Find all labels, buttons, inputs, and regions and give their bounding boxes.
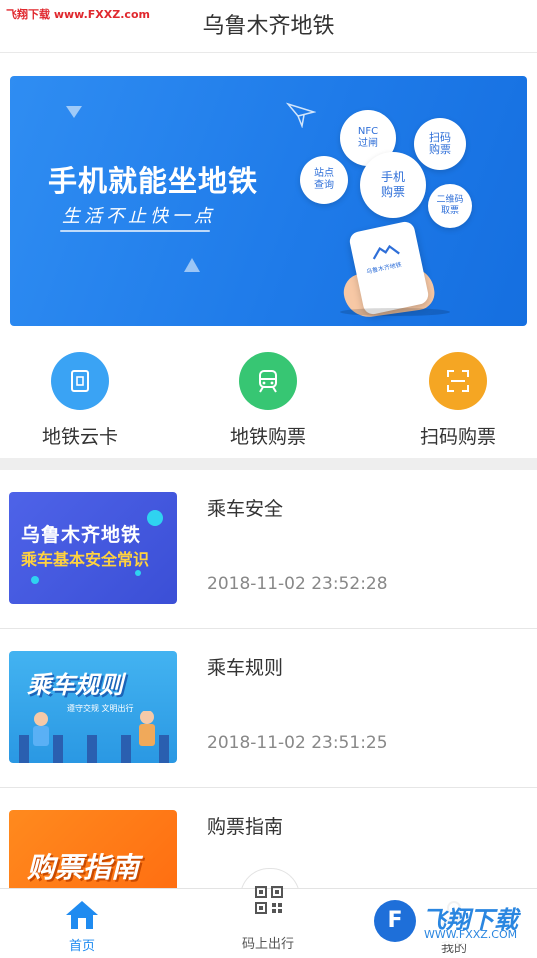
thumb-text: 乌鲁木齐地铁 [21,524,142,546]
metro-logo-icon [372,244,400,260]
section-divider [0,458,537,470]
phone-logo-text: 乌鲁木齐地铁 [365,261,403,276]
quick-scan-ticket[interactable]: 扫码购票 [388,352,528,449]
qr-code-icon [255,886,283,914]
watermark-text: 飞翔下载 www.FXXZ.com [6,8,150,21]
watermark-small-text: WWW.FXXZ.COM [424,928,518,941]
banner-slogan: 生活不止快一点 [62,206,216,227]
quick-metro-card[interactable]: 地铁云卡 [10,352,150,449]
news-item[interactable]: 乘车规则 遵守交规 文明出行 乘车规则 2018-11-02 23:51:25 [0,629,537,788]
home-icon [66,901,98,929]
quick-label: 扫码购票 [419,426,496,448]
news-time: 2018-11-02 23:52:28 [207,574,388,594]
bubble-station: 站点 查询 [300,156,348,204]
tab-code-ride[interactable]: 码上出行 [198,886,338,958]
news-thumbnail: 乘车规则 遵守交规 文明出行 [9,651,177,763]
news-item[interactable]: 乌鲁木齐地铁 乘车基本安全常识 乘车安全 2018-11-02 23:52:28 [0,470,537,629]
quick-actions: 地铁云卡 地铁购票 扫码购票 [0,340,537,458]
bubble-qr: 二维码 取票 [428,184,472,228]
quick-label: 地铁购票 [229,426,306,448]
slogan-underline [60,230,210,232]
bubble-phone-ticket: 手机 购票 [360,152,426,218]
thumb-text: 乘车规则 [27,671,123,699]
news-time: 2018-11-02 23:51:25 [207,733,388,753]
gate-illustration [19,711,169,763]
tab-label: 首页 [68,939,95,954]
news-title: 购票指南 [207,816,284,838]
metro-card-icon [51,352,109,410]
triangle-decoration [184,258,200,272]
bubble-scan: 扫码 购票 [414,118,466,170]
banner-headline: 手机就能坐地铁 [48,164,259,198]
thumb-text: 乘车基本安全常识 [21,550,150,569]
tab-home[interactable]: 首页 [12,889,152,958]
news-thumbnail: 乌鲁木齐地铁 乘车基本安全常识 [9,492,177,604]
triangle-decoration [66,106,82,118]
shadow-decoration [340,308,450,316]
scan-icon [429,352,487,410]
watermark-logo-icon: F [374,900,416,942]
tab-label: 码上出行 [241,937,294,952]
train-icon [239,352,297,410]
news-title: 乘车规则 [207,657,284,679]
quick-label: 地铁云卡 [41,426,118,448]
quick-buy-ticket[interactable]: 地铁购票 [198,352,338,449]
watermark-badge: F 飞翔下载 WWW.FXXZ.COM [372,898,524,944]
news-title: 乘车安全 [207,498,284,520]
paper-plane-icon [286,102,316,128]
thumb-text: 购票指南 [27,851,140,884]
promo-banner[interactable]: 手机就能坐地铁 生活不止快一点 NFC 过闸 扫码 购票 站点 查询 手机 购票… [10,76,527,326]
